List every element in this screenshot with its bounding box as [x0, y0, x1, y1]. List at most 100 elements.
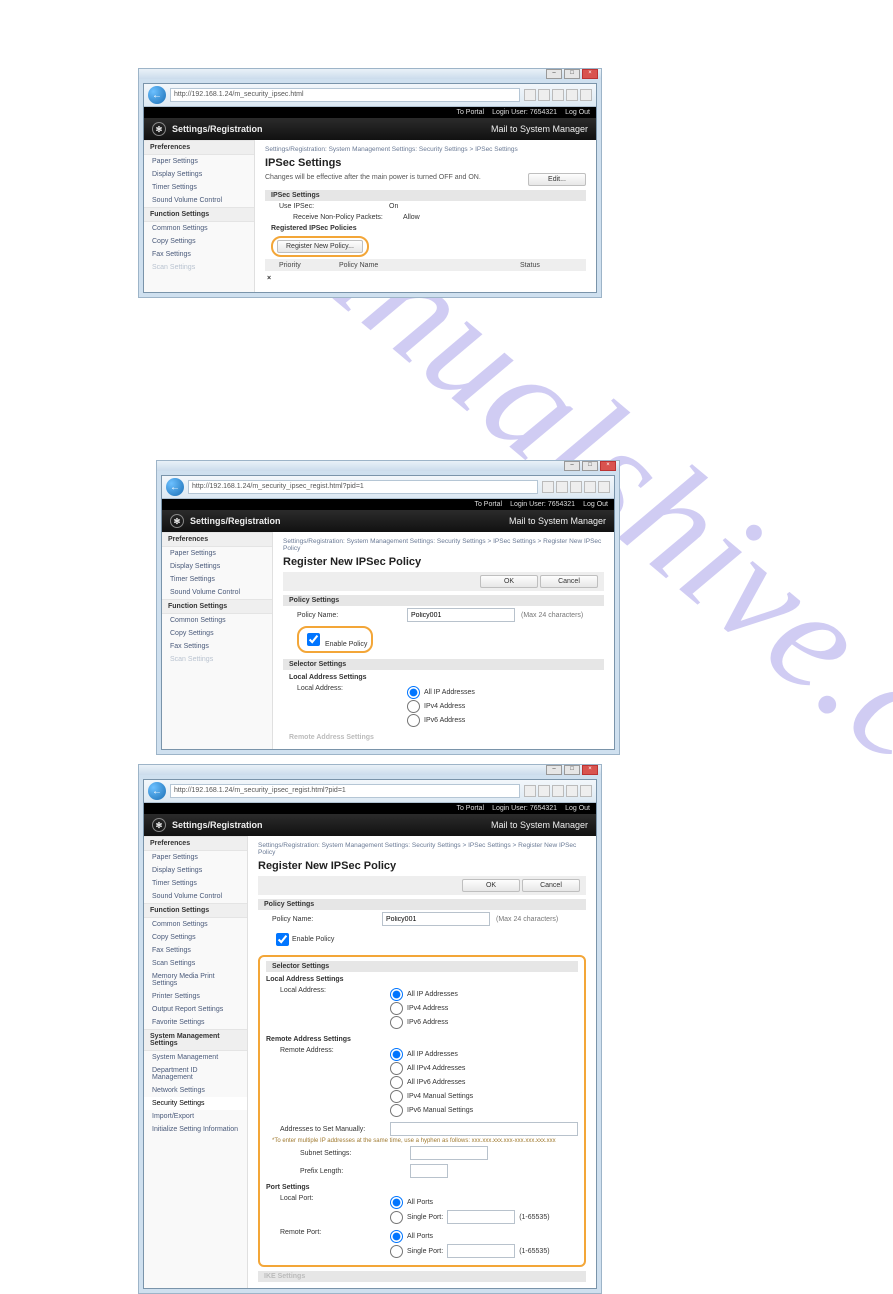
sidebar-item-scan[interactable]: Scan Settings: [144, 261, 254, 274]
close-button[interactable]: ×: [582, 69, 598, 79]
remote-port-all-radio[interactable]: [390, 1230, 403, 1243]
sidebar-item-sound[interactable]: Sound Volume Control: [162, 586, 272, 599]
policy-name-input[interactable]: [382, 912, 490, 926]
mail-link[interactable]: Mail to System Manager: [491, 820, 588, 830]
maximize-button[interactable]: □: [582, 461, 598, 471]
sidebar-item-paper[interactable]: Paper Settings: [162, 547, 272, 560]
to-portal-link[interactable]: To Portal: [474, 501, 502, 508]
back-button[interactable]: ←: [166, 478, 184, 496]
local-ipv4-radio[interactable]: [407, 700, 420, 713]
url-field[interactable]: http://192.168.1.24/m_security_ipsec_reg…: [170, 784, 520, 798]
cancel-button[interactable]: Cancel: [522, 879, 580, 892]
ok-button[interactable]: OK: [462, 879, 520, 892]
sidebar-item-initialize[interactable]: Initialize Setting Information: [144, 1123, 247, 1136]
sidebar-item-timer[interactable]: Timer Settings: [144, 181, 254, 194]
sidebar-item-scan[interactable]: Scan Settings: [144, 957, 247, 970]
sidebar-item-fax[interactable]: Fax Settings: [144, 248, 254, 261]
sidebar-item-favorite[interactable]: Favorite Settings: [144, 1016, 247, 1029]
local-port-single-radio[interactable]: [390, 1211, 403, 1224]
stop-icon[interactable]: [556, 481, 568, 493]
remote-ipv4-manual-radio[interactable]: [390, 1090, 403, 1103]
sidebar-item-output-report[interactable]: Output Report Settings: [144, 1003, 247, 1016]
logout-link[interactable]: Log Out: [565, 109, 590, 116]
minimize-button[interactable]: –: [546, 69, 562, 79]
sidebar-item-sound[interactable]: Sound Volume Control: [144, 194, 254, 207]
sidebar-item-import-export[interactable]: Import/Export: [144, 1110, 247, 1123]
to-portal-link[interactable]: To Portal: [456, 805, 484, 812]
local-all-ip-radio[interactable]: [390, 988, 403, 1001]
sidebar-item-paper[interactable]: Paper Settings: [144, 155, 254, 168]
close-button[interactable]: ×: [582, 765, 598, 775]
sidebar-item-display[interactable]: Display Settings: [162, 560, 272, 573]
remote-all-ipv4-radio[interactable]: [390, 1062, 403, 1075]
local-ipv6-radio[interactable]: [390, 1016, 403, 1029]
sidebar-item-sound[interactable]: Sound Volume Control: [144, 890, 247, 903]
sidebar-item-fax[interactable]: Fax Settings: [162, 640, 272, 653]
close-button[interactable]: ×: [600, 461, 616, 471]
favorites-icon[interactable]: [566, 89, 578, 101]
policy-name-input[interactable]: [407, 608, 515, 622]
sidebar-item-copy[interactable]: Copy Settings: [144, 931, 247, 944]
prefix-length-input[interactable]: [410, 1164, 448, 1178]
maximize-button[interactable]: □: [564, 69, 580, 79]
enable-policy-checkbox[interactable]: [276, 933, 289, 946]
favorites-icon[interactable]: [566, 785, 578, 797]
tools-icon[interactable]: [580, 785, 592, 797]
url-field[interactable]: http://192.168.1.24/m_security_ipsec.htm…: [170, 88, 520, 102]
sidebar-item-scan[interactable]: Scan Settings: [162, 653, 272, 666]
sidebar-item-timer[interactable]: Timer Settings: [144, 877, 247, 890]
sidebar-item-printer[interactable]: Printer Settings: [144, 990, 247, 1003]
logout-link[interactable]: Log Out: [565, 805, 590, 812]
to-portal-link[interactable]: To Portal: [456, 109, 484, 116]
subnet-settings-input[interactable]: [410, 1146, 488, 1160]
url-field[interactable]: http://192.168.1.24/m_security_ipsec_reg…: [188, 480, 538, 494]
maximize-button[interactable]: □: [564, 765, 580, 775]
tools-icon[interactable]: [598, 481, 610, 493]
enable-policy-checkbox[interactable]: [307, 633, 320, 646]
mail-link[interactable]: Mail to System Manager: [491, 124, 588, 134]
local-port-single-input[interactable]: [447, 1210, 515, 1224]
sidebar-item-timer[interactable]: Timer Settings: [162, 573, 272, 586]
logout-link[interactable]: Log Out: [583, 501, 608, 508]
sidebar-item-dept-id[interactable]: Department ID Management: [144, 1064, 247, 1084]
cancel-button[interactable]: Cancel: [540, 575, 598, 588]
back-button[interactable]: ←: [148, 86, 166, 104]
refresh-icon[interactable]: [524, 89, 536, 101]
sidebar-item-paper[interactable]: Paper Settings: [144, 851, 247, 864]
sidebar-item-memory-media[interactable]: Memory Media Print Settings: [144, 970, 247, 990]
edit-button[interactable]: Edit...: [528, 173, 586, 186]
sidebar-item-system-management[interactable]: System Management: [144, 1051, 247, 1064]
sidebar-item-copy[interactable]: Copy Settings: [144, 235, 254, 248]
sidebar-item-common[interactable]: Common Settings: [144, 918, 247, 931]
local-all-ip-radio[interactable]: [407, 686, 420, 699]
sidebar-item-copy[interactable]: Copy Settings: [162, 627, 272, 640]
remote-port-single-input[interactable]: [447, 1244, 515, 1258]
favorites-icon[interactable]: [584, 481, 596, 493]
register-new-policy-button[interactable]: Register New Policy...: [277, 240, 363, 253]
local-ipv6-radio[interactable]: [407, 714, 420, 727]
refresh-icon[interactable]: [542, 481, 554, 493]
sidebar-item-network[interactable]: Network Settings: [144, 1084, 247, 1097]
remote-all-ip-radio[interactable]: [390, 1048, 403, 1061]
home-icon[interactable]: [552, 785, 564, 797]
stop-icon[interactable]: [538, 89, 550, 101]
minimize-button[interactable]: –: [546, 765, 562, 775]
local-ipv4-radio[interactable]: [390, 1002, 403, 1015]
sidebar-item-security[interactable]: Security Settings: [144, 1097, 247, 1110]
ok-button[interactable]: OK: [480, 575, 538, 588]
remote-all-ipv6-radio[interactable]: [390, 1076, 403, 1089]
tools-icon[interactable]: [580, 89, 592, 101]
minimize-button[interactable]: –: [564, 461, 580, 471]
home-icon[interactable]: [552, 89, 564, 101]
sidebar-item-common[interactable]: Common Settings: [162, 614, 272, 627]
home-icon[interactable]: [570, 481, 582, 493]
back-button[interactable]: ←: [148, 782, 166, 800]
sidebar-item-display[interactable]: Display Settings: [144, 864, 247, 877]
refresh-icon[interactable]: [524, 785, 536, 797]
mail-link[interactable]: Mail to System Manager: [509, 516, 606, 526]
sidebar-item-fax[interactable]: Fax Settings: [144, 944, 247, 957]
remote-ipv6-manual-radio[interactable]: [390, 1104, 403, 1117]
sidebar-item-common[interactable]: Common Settings: [144, 222, 254, 235]
stop-icon[interactable]: [538, 785, 550, 797]
local-port-all-radio[interactable]: [390, 1196, 403, 1209]
